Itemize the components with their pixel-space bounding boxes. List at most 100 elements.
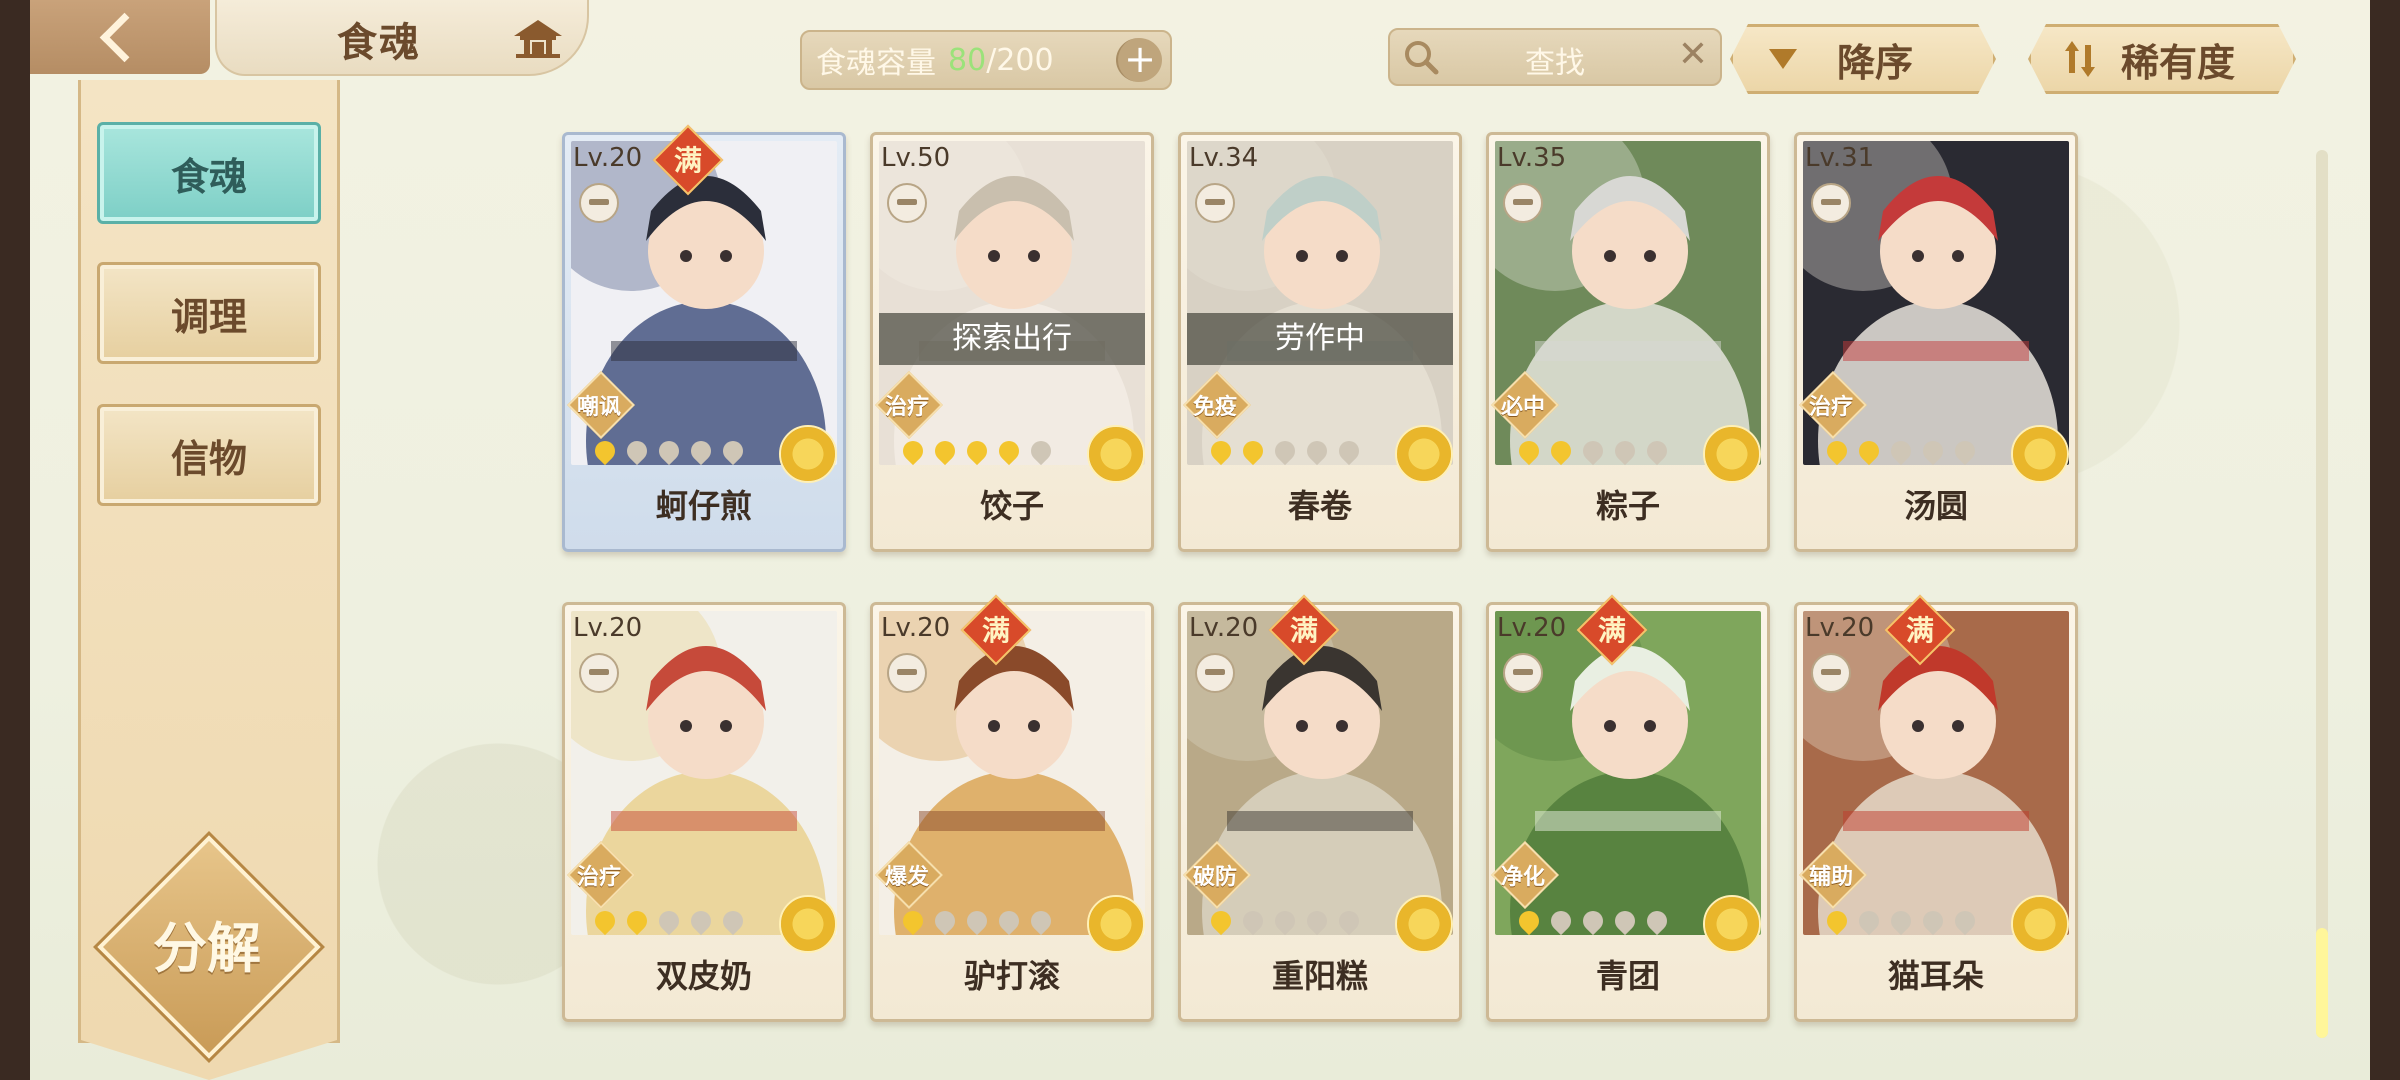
level-label: Lv.20 (573, 143, 643, 173)
flame-icon (1303, 907, 1333, 937)
level-label: Lv.31 (1805, 143, 1875, 173)
flame-icon (1547, 437, 1577, 467)
sort-toggle-icon (2061, 39, 2101, 79)
food-soul-card[interactable]: Lv.20 满 净化 青团 (1486, 594, 1770, 1022)
food-soul-card[interactable]: Lv.20 满 爆发驴打滚 (870, 594, 1154, 1022)
character-name: 汤圆 (1903, 487, 1968, 525)
sort-order-button[interactable]: 降序 (1730, 24, 1996, 94)
flame-icon (1887, 437, 1917, 467)
capacity-label: 食魂容量 (816, 46, 936, 81)
bowl-icon (1195, 653, 1235, 693)
flame-icon (1303, 437, 1333, 467)
character-name: 驴打滚 (963, 957, 1060, 995)
food-soul-card[interactable]: Lv.34 劳作中 免疫 春卷 (1178, 132, 1462, 552)
food-soul-card[interactable]: Lv.50 探索出行 治疗 饺子 (870, 132, 1154, 552)
scrollbar-thumb[interactable] (2316, 928, 2328, 1038)
bowl-icon (887, 183, 927, 223)
food-soul-card[interactable]: Lv.35 必中粽子 (1486, 132, 1770, 552)
home-icon[interactable] (512, 18, 564, 58)
sort-key-button[interactable]: 稀有度 (2028, 24, 2296, 94)
flame-icon (1239, 437, 1269, 467)
level-label: Lv.20 (1805, 613, 1875, 643)
level-label: Lv.35 (1497, 143, 1567, 173)
flame-icon (591, 907, 621, 937)
level-label: Lv.50 (881, 143, 951, 173)
main-panel: 食魂 食魂容量 80 /200 + 查找 ✕ 降序 稀有度 食魂 调理 信物 分… (30, 0, 2370, 1080)
bowl-icon (579, 183, 619, 223)
rarity-flower-icon (1703, 895, 1761, 953)
bowl-icon (1811, 653, 1851, 693)
sidebar-item-token[interactable]: 信物 (97, 404, 321, 506)
clear-icon[interactable]: ✕ (1678, 34, 1708, 75)
max-level-label: 满 (1905, 614, 1934, 647)
flame-icon (1823, 437, 1853, 467)
level-label: Lv.20 (1497, 613, 1567, 643)
role-label: 辅助 (1808, 865, 1853, 890)
sidebar-item-food-soul[interactable]: 食魂 (97, 122, 321, 224)
role-badge: 净化 (1491, 841, 1559, 909)
flame-icon (1951, 907, 1981, 937)
role-label: 净化 (1500, 865, 1545, 890)
rarity-flower-icon (1087, 425, 1145, 483)
add-capacity-button[interactable]: + (1116, 38, 1162, 82)
character-name: 粽子 (1595, 487, 1660, 525)
role-badge: 嘲讽 (567, 371, 635, 439)
capacity-indicator: 食魂容量 80 /200 + (800, 30, 1172, 90)
star-flames (1823, 437, 1981, 467)
star-flames (1207, 437, 1365, 467)
role-badge: 治疗 (1799, 371, 1867, 439)
flame-icon (995, 437, 1025, 467)
flame-icon (623, 907, 653, 937)
flame-icon (1027, 907, 1057, 937)
role-badge: 必中 (1491, 371, 1559, 439)
flame-icon (719, 907, 749, 937)
rarity-flower-icon (1395, 895, 1453, 953)
food-soul-card[interactable]: Lv.20 满 嘲讽蚵仔煎 (562, 124, 846, 552)
flame-icon (655, 907, 685, 937)
level-label: Lv.20 (881, 613, 951, 643)
role-badge: 免疫 (1183, 371, 1251, 439)
food-soul-card[interactable]: Lv.20 满 破防 重阳糕 (1178, 594, 1462, 1022)
sort-key-label: 稀有度 (2121, 40, 2236, 85)
character-name: 饺子 (979, 487, 1044, 525)
rarity-flower-icon (779, 895, 837, 953)
food-soul-card[interactable]: Lv.20 满 辅助 猫耳朵 (1794, 594, 2078, 1022)
flame-icon (1855, 907, 1885, 937)
back-button[interactable] (30, 0, 210, 74)
sort-down-icon (1763, 39, 1803, 79)
flame-icon (899, 907, 929, 937)
sidebar-item-label: 信物 (170, 436, 247, 481)
flame-icon (623, 437, 653, 467)
flame-icon (687, 437, 717, 467)
search-field[interactable]: 查找 ✕ (1388, 28, 1722, 86)
max-level-label: 满 (1289, 614, 1318, 647)
role-label: 治疗 (1808, 395, 1853, 420)
scrollbar[interactable] (2316, 150, 2328, 1038)
capacity-current: 80 (948, 42, 987, 78)
flame-icon (1643, 907, 1673, 937)
flame-icon (995, 907, 1025, 937)
role-label: 治疗 (576, 865, 621, 890)
flame-icon (931, 907, 961, 937)
sidebar-item-label: 调理 (170, 294, 247, 339)
flame-icon (1579, 437, 1609, 467)
level-label: Lv.20 (1189, 613, 1259, 643)
food-soul-card[interactable]: Lv.20 治疗 双皮奶 (562, 602, 846, 1022)
flame-icon (963, 437, 993, 467)
character-name: 蚵仔煎 (655, 487, 752, 525)
star-flames (899, 437, 1057, 467)
bowl-icon (1811, 183, 1851, 223)
role-badge: 爆发 (875, 841, 943, 909)
role-badge: 辅助 (1799, 841, 1867, 909)
max-level-label: 满 (981, 614, 1010, 647)
star-flames (591, 907, 749, 937)
flame-icon (1547, 907, 1577, 937)
flame-icon (1207, 907, 1237, 937)
bowl-icon (887, 653, 927, 693)
flame-icon (931, 437, 961, 467)
max-level-label: 满 (1597, 614, 1626, 647)
sidebar-item-cooking[interactable]: 调理 (97, 262, 321, 364)
role-badge: 治疗 (567, 841, 635, 909)
max-level-label: 满 (673, 144, 702, 177)
food-soul-card[interactable]: Lv.31 治疗汤圆 (1794, 132, 2078, 552)
